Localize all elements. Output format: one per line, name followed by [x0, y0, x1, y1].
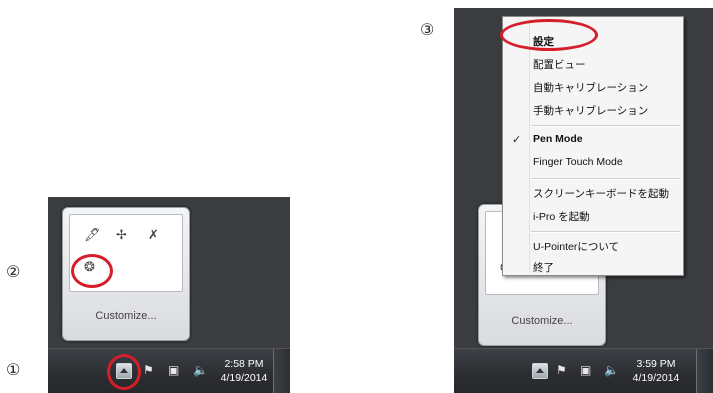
customize-link[interactable]: Customize...	[485, 303, 599, 339]
menu-item-finger-touch-mode[interactable]: Finger Touch Mode	[533, 156, 623, 168]
flag-icon[interactable]: ⚑	[143, 363, 154, 377]
menu-item-launch-screen-keyboard[interactable]: スクリーンキーボードを起動	[533, 186, 669, 201]
highlight-ring-settings	[500, 19, 598, 51]
menu-item-pen-mode[interactable]: Pen Mode	[533, 133, 583, 145]
clock[interactable]: 3:59 PM 4/19/2014	[626, 357, 686, 385]
speaker-icon[interactable]: 🔈	[193, 363, 208, 377]
clock-date: 4/19/2014	[632, 372, 680, 384]
customize-link[interactable]: Customize...	[69, 298, 183, 334]
disabled-device-icon[interactable]: ✗	[148, 227, 159, 243]
show-desktop-button[interactable]	[273, 349, 290, 393]
taskbar: ⚑ ▣ 🔈 2:58 PM 4/19/2014	[48, 348, 290, 393]
menu-item-about[interactable]: U-Pointerについて	[533, 239, 619, 254]
step-label-one: ①	[6, 360, 21, 379]
menu-item-manual-calibration[interactable]: 手動キャリブレーション	[533, 103, 648, 118]
step-label-three: ③	[420, 20, 435, 39]
check-icon: ✓	[512, 134, 522, 146]
show-desktop-button[interactable]	[696, 349, 713, 393]
menu-item-layout-view[interactable]: 配置ビュー	[533, 57, 586, 72]
network-monitor-icon[interactable]: ▣	[580, 363, 591, 377]
menu-separator	[531, 231, 680, 233]
menu-separator	[531, 178, 680, 180]
highlight-ring-arrow	[107, 354, 141, 390]
clock-time: 2:58 PM	[224, 358, 264, 370]
highlight-ring-u-pointer-icon	[71, 254, 113, 288]
menu-gutter	[529, 19, 530, 273]
menu-separator	[531, 125, 680, 127]
menu-item-auto-calibration[interactable]: 自動キャリブレーション	[533, 80, 648, 95]
right-desktop-shot: 🖋 ❂ Customize... 設定 配置ビュー 自動キャリブレーション 手動…	[454, 8, 713, 393]
flag-icon[interactable]: ⚑	[556, 363, 567, 377]
menu-item-launch-i-pro[interactable]: i-Pro を起動	[533, 209, 590, 224]
clock-date: 4/19/2014	[220, 372, 268, 384]
taskbar: ⚑ ▣ 🔈 3:59 PM 4/19/2014	[454, 348, 713, 393]
left-desktop-shot: 🖋 ✢ ✗ ❂ Customize... ⚑ ▣ 🔈 2:58 PM 4/19/…	[48, 197, 290, 393]
menu-item-exit[interactable]: 終了	[533, 260, 554, 275]
network-monitor-icon[interactable]: ▣	[168, 363, 179, 377]
network-icon[interactable]: ✢	[116, 227, 127, 243]
clock[interactable]: 2:58 PM 4/19/2014	[214, 357, 274, 385]
clock-time: 3:59 PM	[636, 358, 676, 370]
show-hidden-icons-arrow[interactable]	[532, 363, 548, 379]
speaker-icon[interactable]: 🔈	[604, 363, 619, 377]
step-label-two: ②	[6, 262, 21, 281]
u-pointer-context-menu: 設定 配置ビュー 自動キャリブレーション 手動キャリブレーション ✓ Pen M…	[502, 16, 684, 276]
pen-tablet-icon[interactable]: 🖋	[84, 227, 101, 243]
